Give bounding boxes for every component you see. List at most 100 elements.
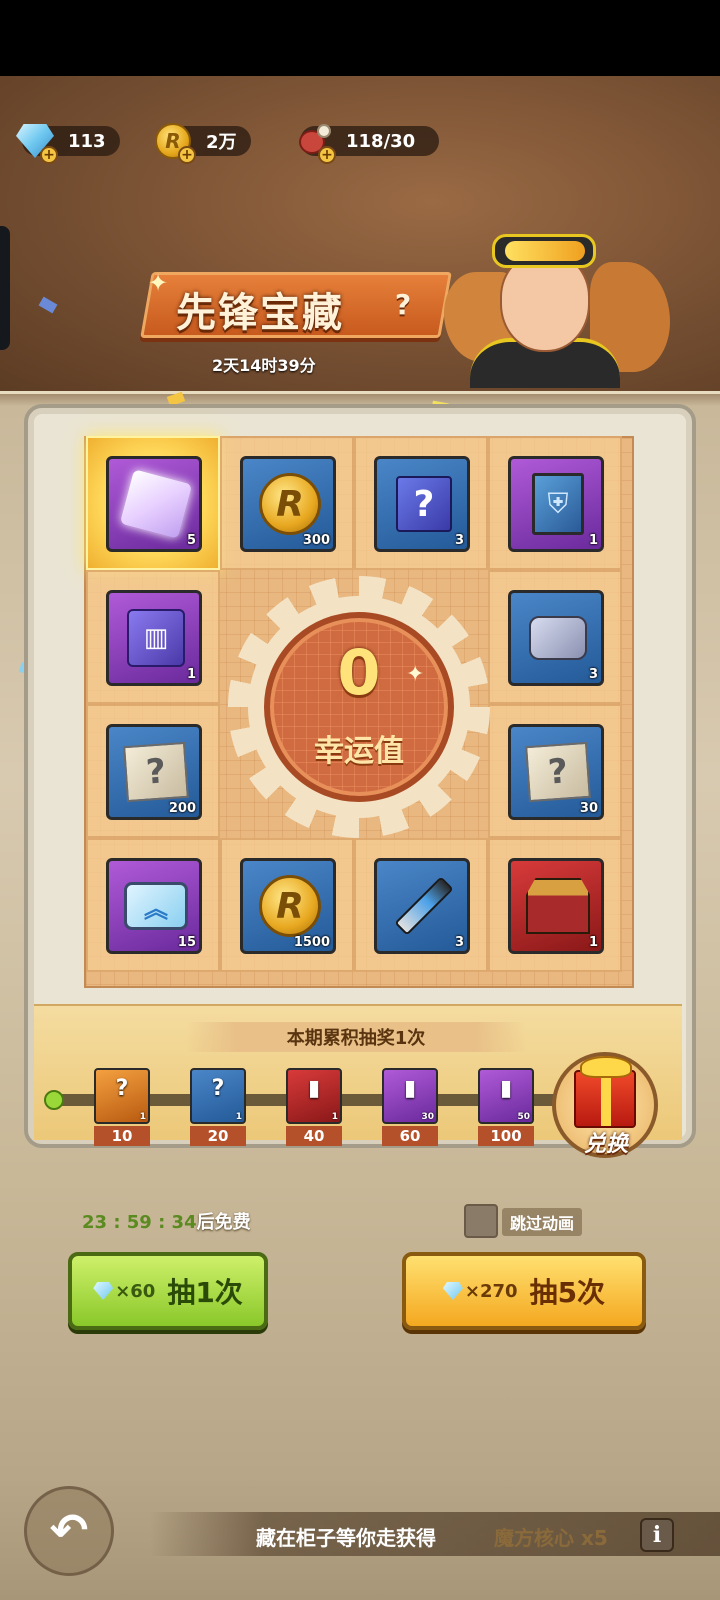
prize-item: ︽ 15 — [106, 858, 202, 954]
prize-count: 200 — [168, 801, 196, 816]
side-tab[interactable] — [0, 226, 10, 350]
gift-icon — [574, 1070, 636, 1128]
milestone-reward[interactable]: ▮ 30 60 — [382, 1068, 440, 1146]
milestone-glyph: ▮ — [499, 1076, 513, 1101]
treasure-map-icon: ? — [525, 739, 591, 805]
milestone-reward[interactable]: ? 1 10 — [94, 1068, 152, 1146]
cost-text: ×270 — [464, 1280, 518, 1302]
gem-icon — [93, 1282, 114, 1300]
add-icon[interactable]: + — [40, 146, 58, 164]
timer-suffix: 后免费 — [196, 1212, 251, 1233]
gold-coin-icon: R — [257, 471, 323, 537]
prize-item: 1 — [508, 858, 604, 954]
prize-cell[interactable]: ▥ 1 — [86, 570, 220, 704]
shell-icon: ▮ 50 — [478, 1068, 534, 1124]
milestone-qty: 1 — [331, 1112, 338, 1122]
prize-item: ? 200 — [106, 724, 202, 820]
prize-count: 15 — [177, 935, 196, 950]
prize-cell[interactable]: 1 — [488, 838, 622, 972]
draw-five-cost: ×270 — [442, 1280, 518, 1302]
prize-cell[interactable]: ⛨ 1 — [488, 436, 622, 570]
prize-cell[interactable]: ? 30 — [488, 704, 622, 838]
prize-cell[interactable]: R 300 — [220, 436, 354, 570]
prize-count: 3 — [454, 935, 464, 950]
skip-animation-label[interactable]: 跳过动画 — [502, 1208, 583, 1236]
sparkle-icon: ✦ — [148, 269, 169, 297]
add-icon[interactable]: + — [318, 146, 336, 164]
sparkle-icon: ✦ — [406, 662, 425, 687]
prize-count: 3 — [454, 533, 464, 548]
syringe-icon — [391, 873, 457, 939]
gift-bow — [580, 1056, 632, 1078]
mystery-crate-icon: ? 1 — [190, 1068, 246, 1124]
prize-cell[interactable]: ? 3 — [354, 436, 488, 570]
prize-item: 5 — [106, 456, 202, 552]
back-arrow-icon: ↶ — [49, 1503, 89, 1557]
milestone-qty: 30 — [421, 1112, 434, 1122]
milestone-label: 20 — [190, 1126, 246, 1146]
prize-cell[interactable]: ? 200 — [86, 704, 220, 838]
status-bar — [0, 0, 720, 76]
luck-value: 0 — [337, 636, 381, 709]
draw-once-button[interactable]: ×60 抽1次 — [68, 1252, 268, 1330]
gem-icon — [442, 1282, 463, 1300]
prize-cell[interactable]: 3 — [354, 838, 488, 972]
mystery-box-icon: ? — [391, 471, 457, 537]
ore-icon — [525, 605, 591, 671]
prize-cell[interactable]: 5 — [86, 436, 220, 570]
crystal-cube-icon — [119, 469, 193, 539]
milestone-qty: 1 — [139, 1112, 146, 1122]
milestone-label: 40 — [286, 1126, 342, 1146]
upgrade-pad-icon: ︽ — [123, 873, 189, 939]
character-portrait — [440, 212, 680, 388]
prize-count: 1 — [186, 667, 196, 682]
add-icon[interactable]: + — [178, 146, 196, 164]
exchange-label[interactable]: 兑换 — [566, 1126, 646, 1158]
prize-cell[interactable]: 3 — [488, 570, 622, 704]
gem-icon: + — [14, 120, 58, 164]
resource-stamina[interactable]: + 118/30 — [292, 124, 440, 164]
milestone-glyph: ? — [115, 1076, 129, 1101]
cost-text: ×60 — [115, 1280, 156, 1302]
draw-five-label: 抽5次 — [529, 1276, 606, 1309]
prize-item: ⛨ 1 — [508, 456, 604, 552]
temple-icon — [525, 873, 591, 939]
gift-box-icon: ? 1 — [94, 1068, 150, 1124]
resource-gems[interactable]: + 113 — [14, 124, 120, 164]
milestone-glyph: ▮ — [403, 1076, 417, 1101]
free-timer: 23 : 59 : 34后免费 — [82, 1208, 251, 1234]
back-button[interactable]: ↶ — [24, 1486, 114, 1576]
milestone-glyph: ? — [211, 1076, 225, 1101]
gold-coin-icon: R — [257, 873, 323, 939]
prize-count: 1500 — [293, 935, 330, 950]
event-countdown: 2天14时39分 — [212, 356, 316, 375]
manual-book-icon: ⛨ — [525, 471, 591, 537]
progress-marker — [44, 1090, 64, 1110]
info-button[interactable]: i — [640, 1518, 674, 1552]
prize-count: 30 — [579, 801, 598, 816]
help-button[interactable]: ? — [386, 288, 420, 322]
prize-cell[interactable]: R 1500 — [220, 838, 354, 972]
milestone-reward[interactable]: ? 1 20 — [190, 1068, 248, 1146]
shell-icon: ▮ 30 — [382, 1068, 438, 1124]
chip-icon: ▥ — [123, 605, 189, 671]
prize-item: ? 3 — [374, 456, 470, 552]
draw-once-cost: ×60 — [93, 1281, 155, 1302]
skip-animation-checkbox[interactable] — [464, 1204, 498, 1238]
meat-icon: + — [292, 120, 336, 164]
prize-cell[interactable]: ︽ 15 — [86, 838, 220, 972]
milestone-reward[interactable]: ▮ 1 40 — [286, 1068, 344, 1146]
prize-item: R 300 — [240, 456, 336, 552]
prize-item: ▥ 1 — [106, 590, 202, 686]
milestone-label: 100 — [478, 1126, 534, 1146]
milestone-qty: 1 — [235, 1112, 242, 1122]
prize-item: 3 — [374, 858, 470, 954]
progress-title: 本期累积抽奖1次 — [286, 1028, 426, 1049]
timer-value: 23 : 59 : 34 — [82, 1212, 197, 1233]
milestone-label: 60 — [382, 1126, 438, 1146]
draw-five-button[interactable]: ×270 抽5次 — [402, 1252, 646, 1330]
milestone-reward[interactable]: ▮ 50 100 — [478, 1068, 536, 1146]
prize-count: 5 — [186, 533, 196, 548]
prize-count: 1 — [588, 935, 598, 950]
resource-coins[interactable]: R + 2万 — [152, 123, 251, 164]
